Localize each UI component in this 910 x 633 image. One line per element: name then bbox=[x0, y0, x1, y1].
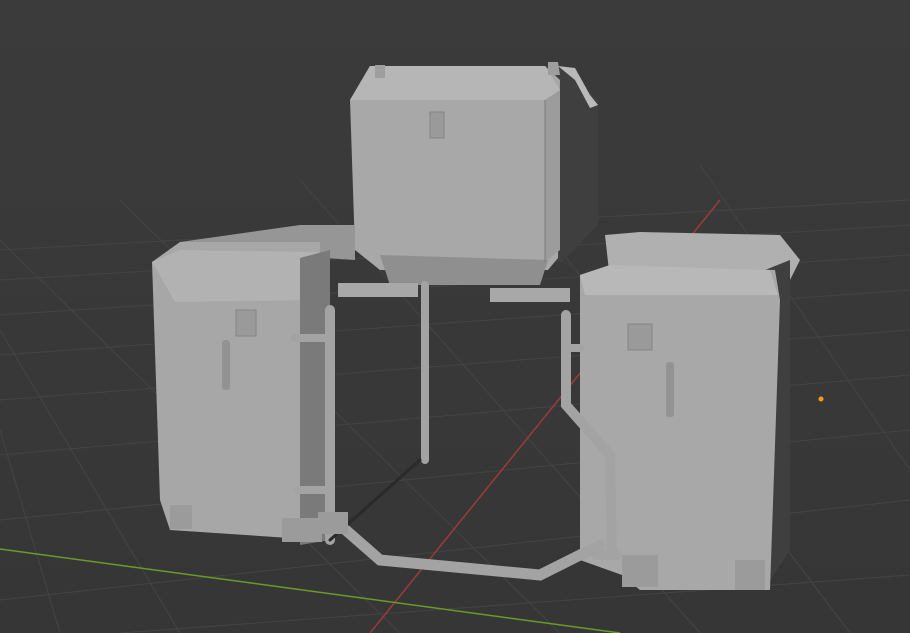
3d-viewport[interactable] bbox=[0, 0, 910, 633]
viewport-canvas[interactable] bbox=[0, 0, 910, 633]
left-pannier[interactable] bbox=[152, 225, 355, 545]
light-object[interactable] bbox=[818, 396, 824, 402]
top-case[interactable] bbox=[350, 62, 598, 285]
